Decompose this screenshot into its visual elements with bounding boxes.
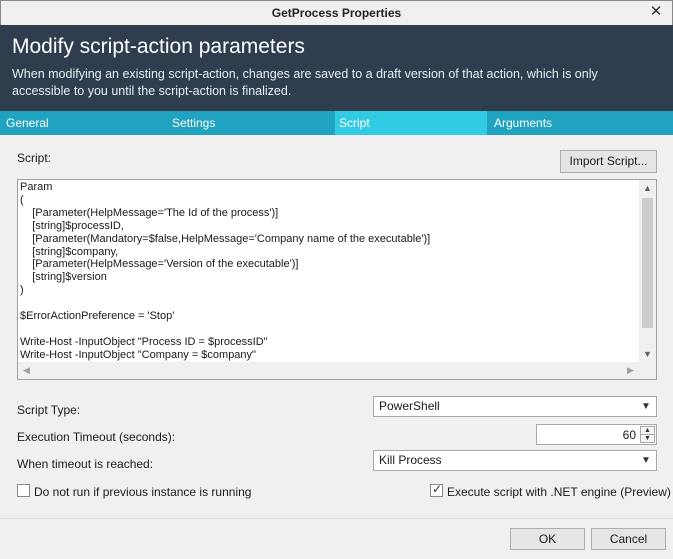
- scroll-down-icon[interactable]: ▼: [639, 346, 656, 363]
- on-timeout-select[interactable]: Kill Process ▼: [373, 450, 657, 471]
- script-type-label: Script Type:: [17, 403, 81, 417]
- on-timeout-label: When timeout is reached:: [17, 457, 154, 471]
- timeout-stepper[interactable]: 60 ▲ ▼: [536, 424, 657, 445]
- dotnet-label: Execute script with .NET engine (Preview…: [447, 485, 671, 499]
- script-label: Script:: [17, 151, 52, 165]
- tab-bar: General Settings Script Arguments: [0, 111, 673, 135]
- scroll-corner: [639, 362, 656, 379]
- close-icon[interactable]: ✕: [648, 4, 664, 20]
- title-bar: GetProcess Properties ✕: [0, 0, 673, 25]
- scroll-thumb[interactable]: [642, 198, 653, 328]
- scroll-left-icon[interactable]: ◀: [18, 362, 35, 379]
- script-editor[interactable]: Param ( [Parameter(HelpMessage='The Id o…: [17, 179, 657, 380]
- ok-button[interactable]: OK: [510, 528, 585, 550]
- no-run-checkbox[interactable]: [17, 484, 30, 497]
- page-description: When modifying an existing script-action…: [12, 67, 598, 98]
- import-script-button[interactable]: Import Script...: [560, 150, 657, 173]
- tab-settings[interactable]: Settings: [160, 111, 335, 135]
- page-title: Modify script-action parameters: [12, 35, 305, 58]
- tab-arguments[interactable]: Arguments: [487, 111, 673, 135]
- vertical-scrollbar[interactable]: ▲ ▼: [639, 180, 656, 363]
- horizontal-scrollbar[interactable]: ◀ ▶: [18, 362, 639, 379]
- increment-icon[interactable]: ▲: [641, 427, 654, 435]
- script-code[interactable]: Param ( [Parameter(HelpMessage='The Id o…: [20, 181, 638, 364]
- scroll-up-icon[interactable]: ▲: [639, 180, 656, 197]
- cancel-button[interactable]: Cancel: [591, 528, 666, 550]
- window-title: GetProcess Properties: [271, 6, 402, 20]
- dotnet-checkbox[interactable]: [430, 482, 443, 497]
- on-timeout-value: Kill Process: [379, 453, 442, 467]
- script-type-select[interactable]: PowerShell ▼: [373, 396, 657, 417]
- header-banner: Modify script-action parameters When mod…: [0, 25, 673, 111]
- chevron-down-icon: ▼: [641, 401, 651, 412]
- scroll-right-icon[interactable]: ▶: [622, 362, 639, 379]
- timeout-label: Execution Timeout (seconds):: [17, 430, 176, 444]
- stepper-arrows[interactable]: ▲ ▼: [640, 426, 655, 443]
- script-type-value: PowerShell: [379, 399, 440, 413]
- timeout-value[interactable]: 60: [623, 428, 636, 442]
- tab-general[interactable]: General: [0, 111, 160, 135]
- chevron-down-icon: ▼: [641, 455, 651, 466]
- tab-script[interactable]: Script: [335, 111, 487, 135]
- no-run-label: Do not run if previous instance is runni…: [34, 485, 252, 499]
- decrement-icon[interactable]: ▼: [641, 435, 654, 443]
